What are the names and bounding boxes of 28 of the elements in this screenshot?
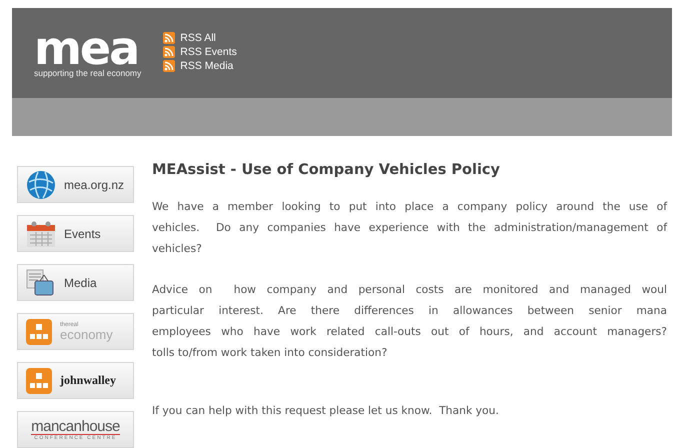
paragraph-line: particular interest. Are there differences in allowances between senior mana [152,303,667,319]
newspaper-tv-icon [26,268,56,298]
logo-tagline: supporting the real economy [34,68,142,78]
logo-wordmark[interactable]: mea [34,28,142,68]
logo-text: economy [60,328,113,341]
rss-link[interactable]: RSS All [180,32,216,44]
rss-link[interactable]: RSS Events [180,46,237,58]
paragraph-line: employees who have work related call-outs out of hours, and account managers? [152,324,667,340]
article-title: MEAssist - Use of Company Vehicles Policy [152,162,501,178]
org-chart-icon [26,368,52,394]
rss-icon [163,46,176,58]
paragraph-line: If you can help with this request please let us know. Thank you. [152,403,500,419]
paragraph-line: Advice on how company and personal costs are monitored and managed woul [152,282,667,298]
org-chart-icon [26,318,52,344]
calendar-icon [26,220,56,248]
paragraph-line: We have a member looking to put into place a company policy around the use of [152,199,667,215]
paragraph-line: vehicles. Do any companies have experience with the administration/management of [152,220,667,236]
sidebar-link[interactable]: Events [17,215,134,252]
sidebar-link[interactable]: Media [17,264,134,301]
sidebar-link[interactable]: johnwalley [17,362,134,399]
rss-icon [163,32,176,44]
paragraph-line: tolls to/from work taken into consideration? [152,345,388,361]
paragraph-line: vehicles? [152,241,203,257]
rss-icon [163,60,176,72]
logo-text: mancanhouse [31,418,120,434]
globe-icon [26,170,56,200]
rss-link[interactable]: RSS Media [180,60,234,72]
sidebar-link[interactable]: mea.org.nz [17,166,134,203]
